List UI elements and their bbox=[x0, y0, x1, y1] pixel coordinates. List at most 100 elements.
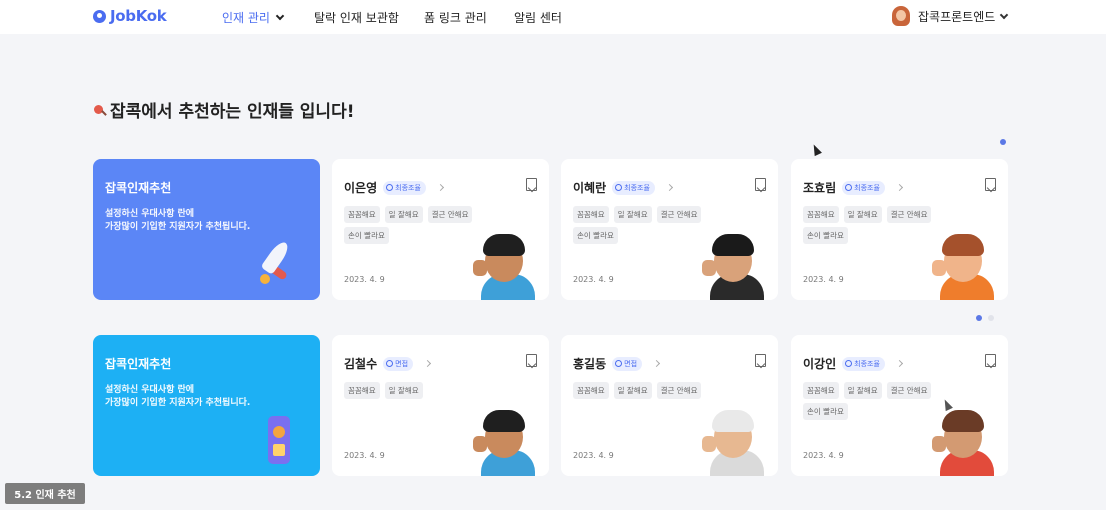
status-text: 최종조율 bbox=[624, 183, 650, 192]
section-title: 잡콕에서 추천하는 인재들 입니다! bbox=[92, 97, 354, 122]
bookmark-icon[interactable] bbox=[985, 354, 996, 367]
promo-desc-line: 설정하신 우대사항 란에 bbox=[105, 209, 195, 219]
candidate-avatar bbox=[932, 230, 994, 300]
chevron-right-icon[interactable] bbox=[895, 359, 903, 368]
trait-tag: 꼼꼼해요 bbox=[803, 382, 839, 399]
trait-tag: 손이 빨라요 bbox=[344, 227, 389, 244]
chevron-right-icon[interactable] bbox=[423, 359, 432, 368]
trait-tag: 결근 안해요 bbox=[886, 382, 932, 399]
trait-tag-list: 꼼꼼해요 일 잘해요 bbox=[344, 382, 494, 399]
trait-tag: 꼼꼼해요 bbox=[803, 206, 839, 223]
nav-label: 알림 센터 bbox=[514, 11, 562, 25]
trait-tag: 손이 빨라요 bbox=[803, 227, 848, 244]
trait-tag-list: 꼼꼼해요 일 잘해요 결근 안해요손이 빨라요 bbox=[803, 206, 953, 244]
trait-tag: 손이 빨라요 bbox=[803, 403, 848, 420]
promo-description: 설정하신 우대사항 란에 가장많이 기입한 지원자가 추천됩니다. bbox=[105, 208, 308, 234]
trait-tag: 꼼꼼해요 bbox=[573, 206, 609, 223]
user-name: 잡콕프론트엔드 bbox=[918, 9, 996, 24]
bookmark-icon[interactable] bbox=[526, 178, 537, 191]
nav-label: 폼 링크 관리 bbox=[424, 11, 487, 25]
trait-tag: 결근 안해요 bbox=[656, 382, 702, 399]
carousel-dot-active[interactable] bbox=[976, 315, 982, 321]
recommendation-promo-card[interactable]: 잡콕인재추천 설정하신 우대사항 란에 가장많이 기입한 지원자가 추천됩니다. bbox=[93, 159, 320, 300]
bookmark-icon[interactable] bbox=[755, 178, 766, 191]
promo-description: 설정하신 우대사항 란에 가장많이 기입한 지원자가 추천됩니다. bbox=[105, 384, 308, 410]
jobkok-logo[interactable]: JobKok bbox=[93, 7, 167, 25]
candidate-avatar bbox=[702, 406, 764, 476]
status-icon bbox=[845, 184, 853, 191]
status-text: 최종조율 bbox=[854, 359, 880, 368]
nav-label: 탈락 인재 보관함 bbox=[314, 11, 399, 25]
candidate-card[interactable]: 홍길동 면접꼼꼼해요 일 잘해요 결근 안해요 2023. 4. 9 bbox=[561, 335, 778, 476]
chevron-right-icon[interactable] bbox=[895, 183, 903, 192]
trait-tag: 꼼꼼해요 bbox=[573, 382, 609, 399]
section-title-text: 잡콕에서 추천하는 인재들 입니다! bbox=[110, 102, 355, 122]
nav-rejected-talent-archive[interactable]: 탈락 인재 보관함 bbox=[314, 9, 399, 26]
status-text: 면접 bbox=[395, 359, 409, 368]
candidate-card[interactable]: 이은영 최종조율 꼼꼼해요 일 잘해요 결근 안해요 손이 빨라요 2023. 4. 9 bbox=[332, 159, 549, 300]
carousel-dot[interactable] bbox=[988, 315, 994, 321]
promo-desc-line: 설정하신 우대사항 란에 bbox=[105, 385, 195, 395]
candidate-header: 이혜란 최종조율 bbox=[573, 179, 673, 196]
chevron-right-icon[interactable] bbox=[665, 183, 673, 192]
trait-tag: 결근 안해요 bbox=[427, 206, 473, 223]
candidate-header: 이강인 최종조율 bbox=[803, 355, 903, 372]
promo-title: 잡콕인재추천 bbox=[105, 181, 172, 195]
user-menu[interactable]: 잡콕프론트엔드 bbox=[892, 6, 1009, 26]
recommendation-promo-card[interactable]: 잡콕인재추천 설정하신 우대사항 란에 가장많이 기입한 지원자가 추천됩니다. bbox=[93, 335, 320, 476]
candidate-date: 2023. 4. 9 bbox=[803, 275, 844, 284]
chevron-right-icon[interactable] bbox=[652, 359, 661, 368]
candidate-card[interactable]: 조효림 최종조율 꼼꼼해요 일 잘해요 결근 안해요 손이 빨라요 2023. 4. 9 bbox=[791, 159, 1008, 300]
promo-title: 잡콕인재추천 bbox=[105, 357, 172, 371]
candidate-name: 이강인 bbox=[803, 357, 837, 371]
bookmark-icon[interactable] bbox=[526, 354, 537, 367]
status-icon bbox=[386, 360, 394, 367]
status-badge: 최종조율 bbox=[612, 180, 655, 195]
trait-tag: 일 잘해요 bbox=[613, 206, 652, 223]
trait-tag: 결근 안해요 bbox=[656, 206, 702, 223]
bookmark-icon[interactable] bbox=[755, 354, 766, 367]
status-badge: 최종조율 bbox=[383, 180, 426, 195]
candidate-date: 2023. 4. 9 bbox=[344, 451, 385, 460]
bookmark-icon[interactable] bbox=[985, 178, 996, 191]
candidate-header: 이은영 최종조율 bbox=[344, 179, 444, 196]
status-icon bbox=[386, 184, 394, 191]
trait-tag: 결근 안해요 bbox=[886, 206, 932, 223]
chevron-right-icon[interactable] bbox=[436, 183, 444, 192]
status-badge: 면접 bbox=[612, 356, 643, 371]
candidate-date: 2023. 4. 9 bbox=[803, 451, 844, 460]
status-badge: 최종조율 bbox=[842, 180, 885, 195]
candidate-avatar bbox=[702, 230, 764, 300]
status-icon bbox=[845, 360, 853, 367]
user-avatar bbox=[892, 6, 910, 26]
logo-mark-icon bbox=[93, 9, 106, 23]
trait-tag-list: 꼼꼼해요 일 잘해요 결근 안해요 bbox=[573, 382, 723, 399]
trait-tag-list: 꼼꼼해요 일 잘해요 결근 안해요 손이 빨라요 bbox=[573, 206, 723, 244]
promo-desc-line: 가장많이 기입한 지원자가 추천됩니다. bbox=[105, 222, 251, 232]
trait-tag: 일 잘해요 bbox=[843, 206, 882, 223]
top-navigation-bar: JobKok 인재 관리 탈락 인재 보관함 폼 링크 관리 알림 센터 잡콕프… bbox=[0, 0, 1106, 34]
nav-talent-management[interactable]: 인재 관리 bbox=[222, 9, 285, 26]
promo-desc-line: 가장많이 기입한 지원자가 추천됩니다. bbox=[105, 398, 251, 408]
trait-tag: 일 잘해요 bbox=[384, 206, 423, 223]
trait-tag: 일 잘해요 bbox=[843, 382, 882, 399]
candidate-date: 2023. 4. 9 bbox=[344, 275, 385, 284]
candidate-name: 홍길동 bbox=[573, 357, 607, 371]
candidate-date: 2023. 4. 9 bbox=[573, 451, 614, 460]
status-badge: 면접 bbox=[383, 356, 414, 371]
logo-text: JobKok bbox=[110, 7, 167, 25]
candidate-avatar bbox=[473, 406, 535, 476]
status-text: 면접 bbox=[624, 359, 638, 368]
trait-tag: 일 잘해요 bbox=[613, 382, 652, 399]
candidate-header: 홍길동 면접 bbox=[573, 355, 661, 372]
trait-tag-list: 꼼꼼해요 일 잘해요 결근 안해요 손이 빨라요 bbox=[344, 206, 494, 244]
candidate-card[interactable]: 이혜란 최종조율 꼼꼼해요 일 잘해요 결근 안해요 손이 빨라요 2023. 4. 9 bbox=[561, 159, 778, 300]
nav-form-link-management[interactable]: 폼 링크 관리 bbox=[424, 9, 487, 26]
candidate-card[interactable]: 김철수 면접 꼼꼼해요 일 잘해요 2023. 4. 9 bbox=[332, 335, 549, 476]
status-icon bbox=[615, 360, 623, 367]
candidate-card[interactable]: 이강인 최종조율꼼꼼해요 일 잘해요 결근 안해요손이 빨라요 2023. 4. 9 bbox=[791, 335, 1008, 476]
carousel-dot[interactable] bbox=[1000, 139, 1006, 145]
chevron-down-icon bbox=[1000, 10, 1009, 19]
nav-notification-center[interactable]: 알림 센터 bbox=[514, 9, 562, 26]
candidate-avatar bbox=[473, 230, 535, 300]
